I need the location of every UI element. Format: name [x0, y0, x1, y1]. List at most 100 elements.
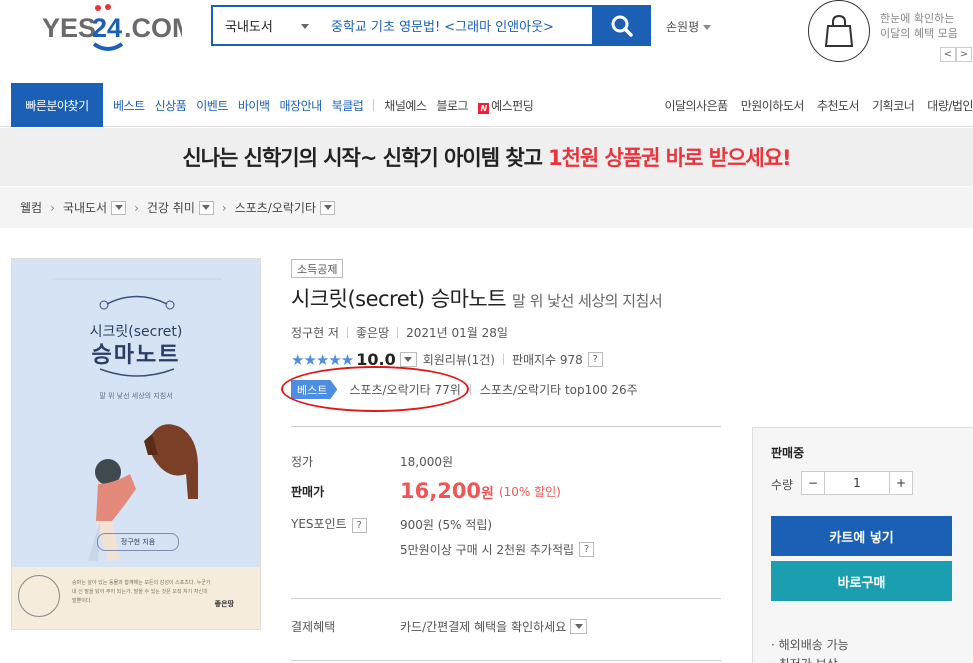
- breadcrumb-health[interactable]: 건강 취미: [147, 199, 195, 216]
- chevron-right-icon: ›: [134, 200, 139, 215]
- page-title: 시크릿(secret) 승마노트 말 위 낯선 세상의 지침서: [291, 283, 663, 313]
- delivery-info: · 해외배송 가능 · 최저가 보상: [771, 636, 849, 663]
- sales-index: 판매지수 978: [511, 353, 583, 367]
- increase-button[interactable]: +: [889, 471, 913, 495]
- divider-line: [291, 598, 721, 599]
- cover-seal: [18, 575, 60, 617]
- chevron-down-icon: [703, 25, 712, 30]
- chevron-down-icon: [301, 24, 309, 29]
- discount-rate: (10% 할인): [498, 484, 561, 499]
- list-price-label: 정가: [291, 455, 314, 469]
- cover-title-big: 승마노트: [91, 343, 181, 368]
- chevron-right-icon: ›: [221, 200, 227, 215]
- nav-best[interactable]: 베스트: [113, 97, 145, 114]
- yes24-logo[interactable]: YES 24 .COM: [42, 4, 195, 54]
- nav-special[interactable]: 기획코너: [872, 97, 915, 114]
- rating-dropdown[interactable]: [399, 352, 417, 367]
- quantity-label: 수량: [771, 478, 794, 492]
- svg-text:.COM: .COM: [124, 13, 182, 43]
- nav-store[interactable]: 매장안내: [280, 97, 323, 114]
- sale-price-value: 16,200원: [400, 479, 494, 503]
- cover-publisher: 좋은땅: [214, 600, 234, 608]
- author-link[interactable]: 정구현 저: [291, 324, 339, 341]
- divider: [469, 384, 471, 395]
- search-category-select[interactable]: 국내도서: [213, 7, 321, 44]
- card-benefit-text: 카드/간편결제 혜택을 확인하세요: [400, 620, 567, 634]
- chevron-down-icon: [202, 205, 211, 210]
- help-icon[interactable]: ?: [579, 542, 595, 557]
- promo-text-2: 이달의 혜택 모음: [880, 27, 958, 40]
- quantity-stepper: − 1 +: [801, 471, 913, 495]
- nav-recommend[interactable]: 추천도서: [817, 97, 860, 114]
- nav-gift[interactable]: 이달의사은품: [664, 97, 728, 114]
- buy-now-button[interactable]: 바로구매: [771, 561, 952, 601]
- points-label-wrap: YES포인트?: [291, 515, 400, 533]
- nav-bookclub[interactable]: 북클럽: [332, 97, 364, 114]
- nav-bulk[interactable]: 대량/법인: [927, 97, 973, 114]
- search-bar: 국내도서 중학교 기초 영문법! <그래마 인앤아웃>: [211, 5, 651, 46]
- nav-under-10000[interactable]: 만원이하도서: [741, 97, 805, 114]
- top100-weeks[interactable]: 스포츠/오락기타 top100 26주: [480, 381, 638, 398]
- nav-channel-yes[interactable]: 채널예스: [384, 97, 427, 114]
- cover-subtitle: 말 위 낯선 세상의 지침서: [99, 392, 173, 400]
- book-subtitle: 말 위 낯선 세상의 지침서: [512, 292, 663, 310]
- chevron-down-icon: [114, 205, 123, 210]
- add-to-cart-button[interactable]: 카트에 넣기: [771, 516, 952, 556]
- nav-funding[interactable]: N 예스펀딩: [478, 97, 534, 114]
- prev-arrow-button[interactable]: <: [940, 47, 956, 62]
- main-nav: 빠른분야찾기 베스트 신상품 이벤트 바이백 매장안내 북클럽 채널예스 블로그…: [0, 83, 973, 127]
- card-benefit-row: 결제혜택 카드/간편결제 혜택을 확인하세요: [291, 618, 588, 635]
- nav-blog[interactable]: 블로그: [436, 97, 468, 114]
- chevron-down-icon: [574, 624, 583, 629]
- next-arrow-button[interactable]: >: [956, 47, 972, 62]
- highlight-oval: [281, 366, 469, 412]
- points-value: 900원 (5% 적립): [400, 517, 493, 532]
- card-benefit-label: 결제혜택: [291, 620, 336, 634]
- rating-row: ★★★★★ 10.0 회원리뷰(1건) 판매지수 978 ?: [291, 350, 603, 369]
- publisher-link[interactable]: 좋은땅: [356, 324, 389, 341]
- extra-points-row: 5만원이상 구매 시 2천원 추가적립 ?: [400, 541, 595, 558]
- search-button[interactable]: [592, 5, 651, 46]
- sale-status: 판매중: [771, 446, 805, 460]
- shopping-bag-icon: [808, 0, 870, 62]
- monthly-benefit-promo[interactable]: 한눈에 확인하는 이달의 혜택 모음 < >: [808, 0, 973, 70]
- points-row: YES포인트? 900원 (5% 적립): [291, 515, 492, 533]
- quantity-input[interactable]: 1: [825, 471, 889, 495]
- quick-category-button[interactable]: 빠른분야찾기: [11, 83, 103, 127]
- divider: [502, 354, 504, 365]
- points-label: YES포인트: [291, 517, 347, 531]
- svg-text:YES: YES: [42, 13, 96, 43]
- breadcrumb-home[interactable]: 웰컴: [20, 199, 42, 216]
- book-cover-image[interactable]: 시크릿(secret) 승마노트 말 위 낯선 세상의 지침서 정구현 지음 승…: [11, 258, 261, 630]
- banner-highlight: 1천원 상품권 바로 받으세요!: [547, 146, 792, 170]
- breadcrumb-domestic[interactable]: 국내도서: [63, 199, 107, 216]
- nav-divider: [373, 99, 375, 111]
- star-rating-icon: ★★★★★: [291, 350, 354, 369]
- purchase-box: 판매중 수량 − 1 + 카트에 넣기 바로구매 · 해외배송 가능 · 최저가…: [752, 427, 973, 663]
- list-price-value: 18,000원: [400, 455, 454, 469]
- user-menu[interactable]: 손원평: [666, 18, 712, 35]
- book-meta: 정구현 저 좋은땅 2021년 01월 28일: [291, 324, 508, 341]
- search-icon: [611, 15, 633, 37]
- breadcrumb-dropdown[interactable]: [198, 200, 214, 215]
- help-icon[interactable]: ?: [351, 518, 367, 533]
- nav-buyback[interactable]: 바이백: [238, 97, 270, 114]
- cover-blurb: 승마는 살아 있는 동물과 함께해는 모든의 감성이 스포츠다. 누군가 내 신…: [72, 580, 211, 604]
- book-title: 시크릿(secret) 승마노트: [291, 287, 507, 311]
- nav-event[interactable]: 이벤트: [196, 97, 228, 114]
- help-icon[interactable]: ?: [587, 352, 603, 367]
- search-input[interactable]: 중학교 기초 영문법! <그래마 인앤아웃>: [321, 7, 592, 44]
- decrease-button[interactable]: −: [801, 471, 825, 495]
- chevron-right-icon: ›: [50, 200, 55, 215]
- pub-date: 2021년 01월 28일: [406, 326, 508, 340]
- promo-banner[interactable]: 신나는 신학기의 시작~ 신학기 아이템 찾고 1천원 상품권 바로 받으세요!: [0, 128, 973, 186]
- svg-text:24: 24: [92, 13, 122, 43]
- breadcrumb-dropdown[interactable]: [320, 200, 336, 215]
- review-link[interactable]: 회원리뷰(1건): [423, 351, 495, 368]
- divider: [397, 327, 399, 338]
- divider-line: [291, 660, 721, 661]
- nav-new[interactable]: 신상품: [155, 97, 187, 114]
- card-benefit-dropdown[interactable]: [570, 619, 588, 634]
- breadcrumb-sports[interactable]: 스포츠/오락기타: [235, 199, 316, 216]
- breadcrumb-dropdown[interactable]: [111, 200, 127, 215]
